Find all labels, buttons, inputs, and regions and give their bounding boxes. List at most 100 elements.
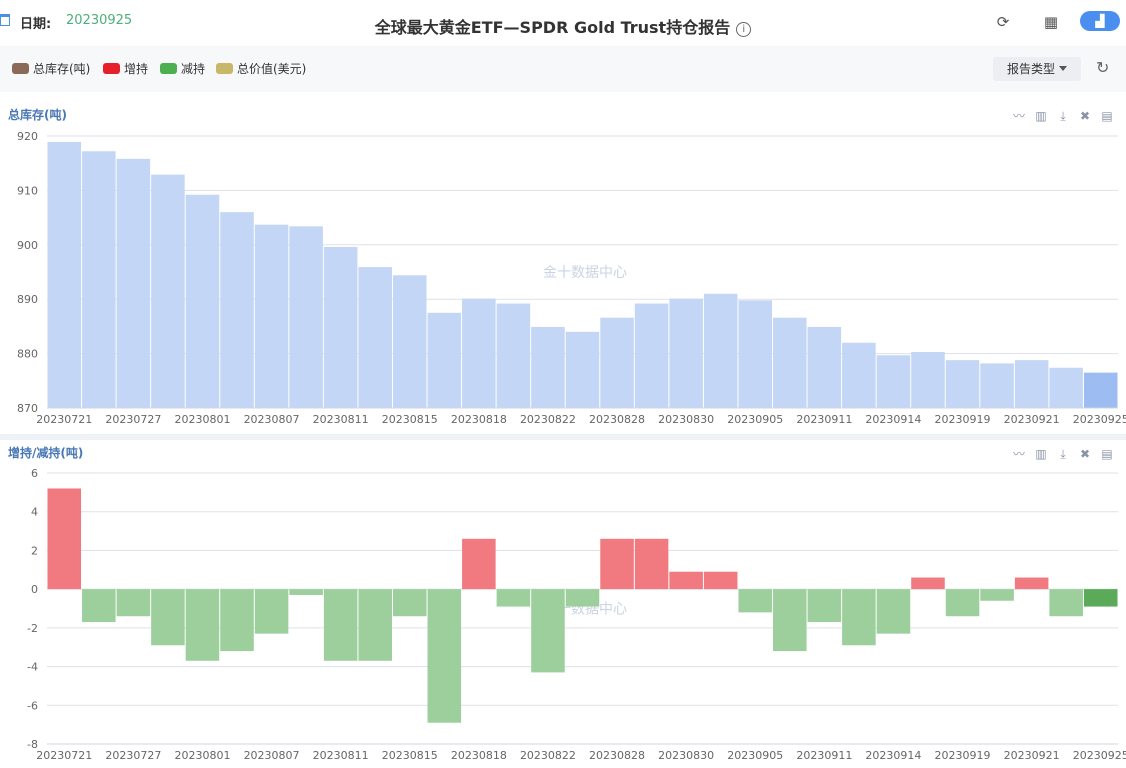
legend-swatch	[12, 63, 29, 74]
bar	[807, 326, 842, 408]
page-title-text: 全球最大黄金ETF—SPDR Gold Trust持仓报告	[374, 18, 731, 37]
x-tick-label: 20230828	[589, 413, 645, 426]
bar	[703, 293, 738, 408]
bar	[427, 312, 462, 408]
x-tick-label: 20230911	[796, 413, 852, 426]
bar	[289, 226, 323, 408]
bar	[1014, 360, 1049, 408]
legend-bar: 总库存(吨) 增持 减持 总价值(美元) 报告类型 ↻	[0, 46, 1126, 92]
bar	[773, 317, 807, 408]
bar	[1049, 367, 1083, 408]
chart-title-change: 增持/减持(吨)	[8, 446, 84, 460]
x-tick-label: 20230721	[36, 413, 92, 426]
bar	[842, 589, 876, 646]
x-tick-label: 20230815	[382, 413, 438, 426]
grid-icon[interactable]: ▦	[1041, 12, 1061, 32]
bar	[185, 194, 220, 408]
bar	[323, 589, 358, 661]
bar	[1083, 372, 1118, 408]
y-tick-label: 890	[17, 293, 38, 306]
bar	[427, 589, 462, 723]
legend-label: 减持	[181, 62, 206, 76]
bar	[220, 212, 254, 408]
legend-label: 增持	[124, 62, 149, 76]
close-icon[interactable]: ✖	[1077, 108, 1093, 124]
download-icon[interactable]: ⤓	[1055, 446, 1071, 462]
bar	[911, 577, 945, 590]
bar	[47, 141, 82, 408]
x-tick-label: 20230811	[313, 749, 369, 762]
line-chart-icon[interactable]: 〰	[1011, 108, 1027, 124]
bar	[116, 589, 151, 617]
bar	[565, 331, 600, 408]
x-tick-label: 20230925	[1073, 413, 1126, 426]
top-bar: 日期: 20230925 全球最大黄金ETF—SPDR Gold Trust持仓…	[0, 0, 1126, 46]
line-chart-icon[interactable]: 〰	[1011, 446, 1027, 462]
x-tick-label: 20230801	[174, 749, 230, 762]
bar	[980, 363, 1014, 408]
y-tick-label: 900	[17, 239, 38, 252]
bar	[82, 589, 116, 623]
refresh-icon[interactable]: ⟳	[993, 12, 1013, 32]
x-tick-label: 20230807	[244, 413, 300, 426]
x-tick-label: 20230921	[1004, 413, 1060, 426]
y-tick-label: 4	[31, 506, 38, 519]
bar	[392, 589, 427, 617]
bar	[738, 589, 773, 613]
bar	[47, 488, 82, 590]
legend-item-decrease[interactable]: 减持	[160, 60, 205, 77]
x-tick-label: 20230830	[658, 749, 714, 762]
bar	[392, 275, 427, 408]
bar	[911, 351, 945, 408]
bar	[945, 589, 980, 617]
chart-separator	[0, 434, 1126, 440]
x-tick-label: 20230905	[727, 413, 783, 426]
x-tick-label: 20230919	[935, 749, 991, 762]
data-view-icon[interactable]: ▤	[1099, 108, 1115, 124]
x-tick-label: 20230822	[520, 749, 576, 762]
bar	[151, 589, 185, 646]
legend-item-total-value[interactable]: 总价值(美元)	[216, 60, 306, 77]
data-view-icon[interactable]: ▤	[1099, 446, 1115, 462]
report-type-dropdown[interactable]: 报告类型	[993, 57, 1081, 81]
chart-view-button[interactable]: ▟	[1080, 11, 1120, 31]
bar	[358, 589, 392, 661]
chart-toolbox-change: 〰 ▥ ⤓ ✖ ▤	[1011, 446, 1115, 462]
bar	[703, 571, 738, 590]
legend-item-increase[interactable]: 增持	[103, 60, 148, 77]
y-tick-label: -4	[27, 661, 38, 674]
bar	[220, 589, 254, 652]
bar	[531, 589, 565, 673]
y-tick-label: 910	[17, 184, 38, 197]
x-tick-label: 20230905	[727, 749, 783, 762]
y-tick-label: 880	[17, 348, 38, 361]
x-tick-label: 20230721	[36, 749, 92, 762]
bar	[462, 538, 496, 590]
chart-toolbox-inventory: 〰 ▥ ⤓ ✖ ▤	[1011, 108, 1115, 124]
y-tick-label: 0	[31, 583, 38, 596]
bar-chart-icon[interactable]: ▥	[1033, 446, 1049, 462]
bar	[462, 298, 496, 408]
bar-chart-icon[interactable]: ▥	[1033, 108, 1049, 124]
bar	[254, 589, 289, 634]
legend-swatch	[160, 63, 177, 74]
y-tick-label: -6	[27, 699, 38, 712]
x-tick-label: 20230914	[865, 413, 921, 426]
bar	[945, 360, 980, 408]
info-icon[interactable]: i	[736, 22, 752, 37]
bar	[600, 538, 634, 590]
close-icon[interactable]: ✖	[1077, 446, 1093, 462]
reload-icon[interactable]: ↻	[1096, 58, 1109, 77]
bar	[185, 589, 220, 661]
bar	[116, 158, 151, 408]
bar	[634, 538, 669, 590]
download-icon[interactable]: ⤓	[1055, 108, 1071, 124]
legend-item-inventory[interactable]: 总库存(吨)	[12, 60, 90, 77]
chevron-down-icon	[1059, 66, 1067, 71]
chart-title-inventory: 总库存(吨)	[8, 108, 67, 122]
x-tick-label: 20230818	[451, 413, 507, 426]
bar	[1083, 589, 1118, 607]
x-tick-label: 20230925	[1073, 749, 1126, 762]
bar	[600, 317, 634, 408]
legend-swatch	[216, 63, 233, 74]
